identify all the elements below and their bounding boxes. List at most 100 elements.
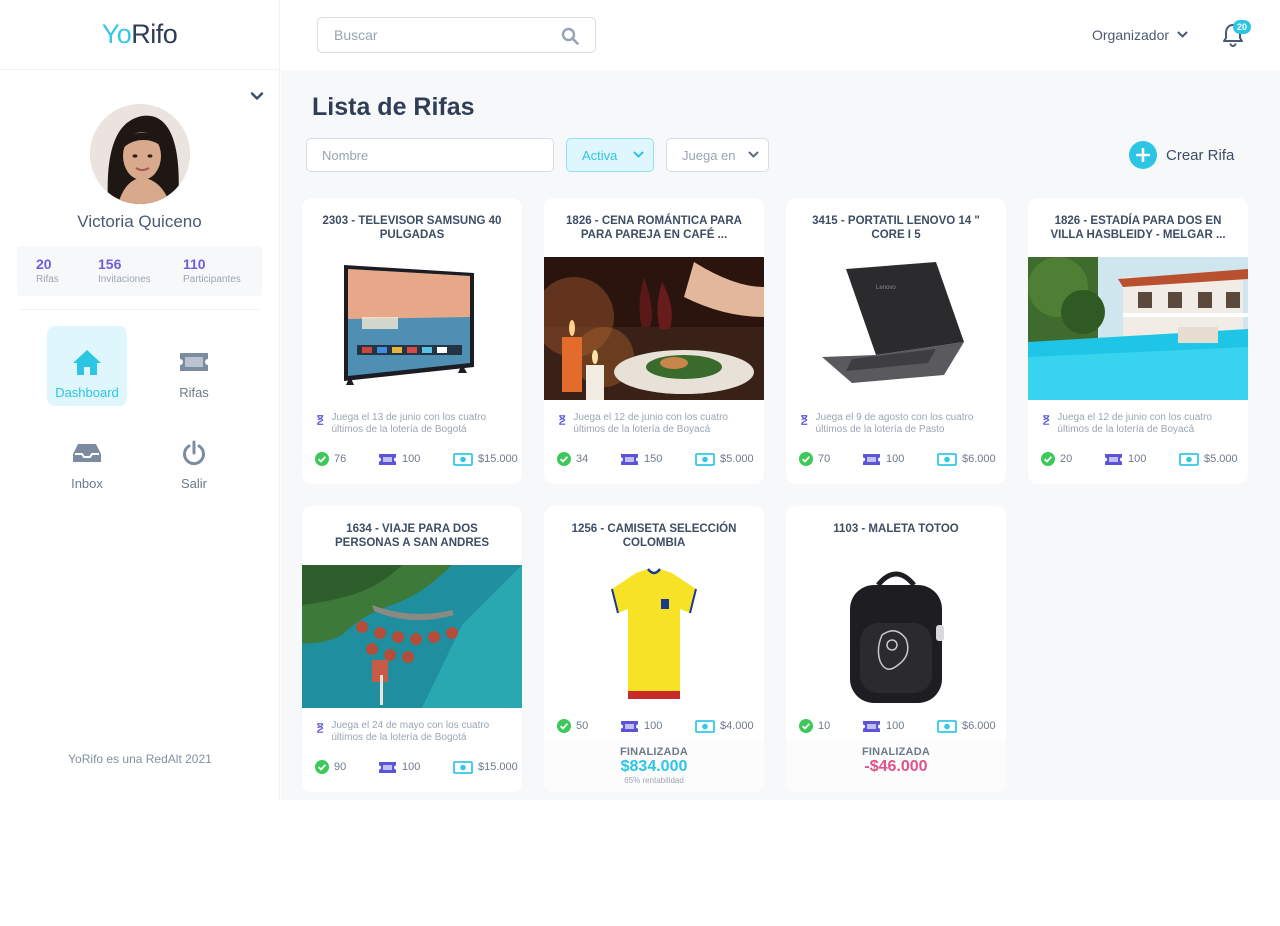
raffle-result: FINALIZADA -$46.000 xyxy=(786,741,1006,792)
hourglass-icon xyxy=(317,415,324,425)
raffle-card[interactable]: 2303 - TELEVISOR SAMSUNG 40 PULGADAS Jue… xyxy=(302,198,522,484)
avatar xyxy=(89,104,190,204)
status-badge: FINALIZADA xyxy=(862,746,930,758)
raffle-card[interactable]: 3415 - PORTATIL LENOVO 14 " CORE I 5 Len… xyxy=(786,198,1006,484)
main-nav: Dashboard Rifas Inbox Salir xyxy=(0,310,279,500)
raffle-title: 1256 - CAMISETA SELECCIÓN COLOMBIA xyxy=(571,523,737,549)
ticket-icon xyxy=(621,453,638,465)
role-dropdown[interactable]: Organizador xyxy=(1092,27,1188,43)
raffle-title: 1634 - VIAJE PARA DOS PERSONAS A SAN AND… xyxy=(335,523,489,549)
topbar: Organizador 20 xyxy=(281,0,1280,70)
ticket-icon xyxy=(621,720,638,732)
hourglass-icon xyxy=(801,415,808,425)
villa-image xyxy=(1028,257,1248,400)
chevron-down-icon xyxy=(633,151,644,158)
play-info: Juega el 12 de junio con los cuatro últi… xyxy=(544,400,764,444)
dinner-image xyxy=(544,257,764,400)
play-info: Juega el 24 de mayo con los cuatro últim… xyxy=(302,708,522,752)
search-box xyxy=(317,17,596,53)
profile-panel: Victoria Quiceno 20 Rifas 156 Invitacion… xyxy=(0,70,279,310)
page-title: Lista de Rifas xyxy=(312,93,475,121)
check-circle-icon xyxy=(799,719,813,733)
money-icon xyxy=(937,719,957,733)
ticket-icon xyxy=(180,353,208,371)
play-info: Juega el 9 de agosto con los cuatro últi… xyxy=(786,400,1006,444)
raffle-metrics: 34 150 $5.000 xyxy=(544,444,764,474)
footer-text: YoRifo es una RedAlt 2021 xyxy=(68,752,212,766)
raffle-title: 3415 - PORTATIL LENOVO 14 " CORE I 5 xyxy=(812,215,980,241)
result-note: 65% rentabilidad xyxy=(624,776,684,785)
laptop-image: Lenovo xyxy=(786,257,1006,400)
money-icon xyxy=(695,719,715,733)
hourglass-icon xyxy=(1043,415,1050,425)
raffle-card[interactable]: 1826 - ESTADÍA PARA DOS EN VILLA HASBLEI… xyxy=(1028,198,1248,484)
raffle-result: FINALIZADA $834.000 65% rentabilidad xyxy=(544,741,764,792)
money-icon xyxy=(695,452,715,466)
nav-item-rifas[interactable]: Rifas xyxy=(154,326,234,406)
page-bottom-area xyxy=(0,800,1280,926)
logo-area: YoRifo xyxy=(0,0,279,70)
raffle-title: 1826 - CENA ROMÁNTICA PARA PARA PAREJA E… xyxy=(566,215,742,241)
check-circle-icon xyxy=(315,452,329,466)
raffle-title: 2303 - TELEVISOR SAMSUNG 40 PULGADAS xyxy=(322,215,502,241)
tv-image xyxy=(302,257,522,400)
notification-badge: 20 xyxy=(1233,20,1251,34)
stat-invitaciones: 156 Invitaciones xyxy=(98,256,151,285)
raffle-metrics: 10 100 $6.000 xyxy=(786,711,1006,741)
check-circle-icon xyxy=(1041,452,1055,466)
create-raffle-button[interactable]: Crear Rifa xyxy=(1129,141,1234,169)
home-icon xyxy=(73,350,101,375)
hourglass-icon xyxy=(317,723,324,733)
search-input[interactable] xyxy=(318,18,548,52)
ticket-icon xyxy=(863,720,880,732)
plus-icon xyxy=(1129,141,1157,169)
nav-item-dashboard[interactable]: Dashboard xyxy=(47,326,127,406)
nav-item-salir[interactable]: Salir xyxy=(154,417,234,497)
logo[interactable]: YoRifo xyxy=(102,19,178,50)
raffle-card[interactable]: 1256 - CAMISETA SELECCIÓN COLOMBIA 50 10… xyxy=(544,506,764,792)
status-badge: FINALIZADA xyxy=(620,746,688,758)
result-amount: -$46.000 xyxy=(864,758,928,775)
filter-name-field[interactable]: Nombre xyxy=(306,138,554,172)
chevron-down-icon[interactable] xyxy=(249,88,265,104)
raffle-card[interactable]: 1103 - MALETA TOTOO 10 100 $6.000 FINALI… xyxy=(786,506,1006,792)
result-amount: $834.000 xyxy=(620,758,688,775)
nav-item-inbox[interactable]: Inbox xyxy=(47,417,127,497)
raffle-title: 1103 - MALETA TOTOO xyxy=(833,523,959,535)
raffle-metrics: 20 100 $5.000 xyxy=(1028,444,1248,474)
island-image xyxy=(302,565,522,708)
check-circle-icon xyxy=(315,760,329,774)
money-icon xyxy=(937,452,957,466)
raffle-metrics: 76 100 $15.000 xyxy=(302,444,522,474)
play-info: Juega el 13 de junio con los cuatro últi… xyxy=(302,400,522,444)
main-content: Lista de Rifas Nombre Activa Juega en Cr… xyxy=(281,70,1280,800)
chevron-down-icon xyxy=(1177,31,1188,38)
check-circle-icon xyxy=(557,719,571,733)
money-icon xyxy=(453,452,473,466)
raffle-card[interactable]: 1634 - VIAJE PARA DOS PERSONAS A SAN AND… xyxy=(302,506,522,792)
role-label: Organizador xyxy=(1092,27,1170,43)
money-icon xyxy=(453,760,473,774)
stat-rifas: 20 Rifas xyxy=(36,256,59,285)
jersey-image xyxy=(544,565,764,708)
svg-text:Lenovo: Lenovo xyxy=(876,285,896,291)
power-icon xyxy=(183,440,205,466)
user-name: Victoria Quiceno xyxy=(77,212,202,231)
search-icon[interactable] xyxy=(561,27,579,45)
backpack-image xyxy=(786,565,1006,708)
inbox-icon xyxy=(73,444,101,462)
play-info: Juega el 12 de junio con los cuatro últi… xyxy=(1028,400,1248,444)
filter-status-select[interactable]: Activa xyxy=(566,138,654,172)
raffle-metrics: 90 100 $15.000 xyxy=(302,752,522,782)
raffle-card[interactable]: 1826 - CENA ROMÁNTICA PARA PARA PAREJA E… xyxy=(544,198,764,484)
ticket-icon xyxy=(863,453,880,465)
chevron-down-icon xyxy=(748,151,759,158)
ticket-icon xyxy=(379,453,396,465)
check-circle-icon xyxy=(557,452,571,466)
stat-participantes: 110 Participantes xyxy=(183,256,241,285)
check-circle-icon xyxy=(799,452,813,466)
raffle-metrics: 50 100 $4.000 xyxy=(544,711,764,741)
filter-plays-select[interactable]: Juega en xyxy=(666,138,769,172)
sidebar: YoRifo Victoria Quiceno 20 Rifas 156 Inv… xyxy=(0,0,280,800)
hourglass-icon xyxy=(559,415,566,425)
